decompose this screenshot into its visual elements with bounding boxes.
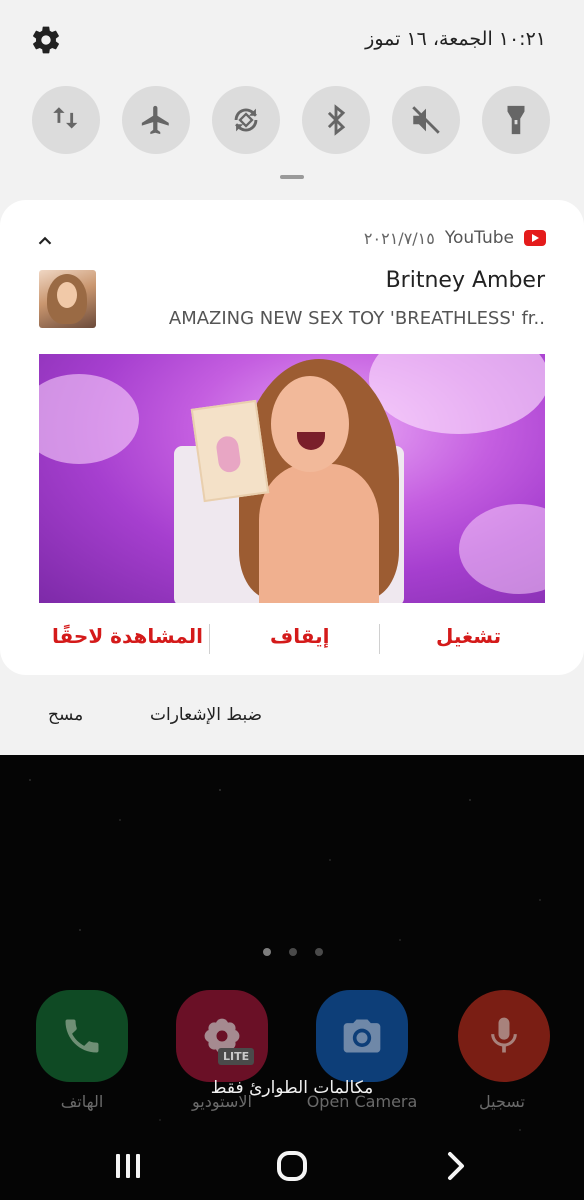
recents-button[interactable] bbox=[106, 1144, 150, 1188]
lite-badge: LITE bbox=[218, 1048, 255, 1065]
stop-button[interactable]: إيقاف bbox=[270, 624, 330, 648]
quick-settings-row bbox=[32, 86, 552, 154]
microphone-icon bbox=[491, 1017, 517, 1053]
auto-rotate-toggle[interactable] bbox=[212, 86, 280, 154]
mute-toggle[interactable] bbox=[392, 86, 460, 154]
home-button[interactable] bbox=[270, 1144, 314, 1188]
notification-actions: المشاهدة لاحقًا إيقاف تشغيل bbox=[0, 618, 584, 660]
app-name: YouTube bbox=[444, 228, 514, 248]
bluetooth-icon bbox=[327, 104, 346, 136]
quick-panel: ١٠:٢١ الجمعة، ١٦ تموز bbox=[0, 0, 584, 200]
page-indicator bbox=[263, 948, 323, 956]
mobile-data-icon bbox=[53, 107, 78, 129]
recents-icon bbox=[116, 1154, 140, 1178]
clear-button[interactable]: مسح bbox=[48, 705, 83, 725]
page-dot[interactable] bbox=[289, 948, 297, 956]
airplane-mode-toggle[interactable] bbox=[122, 86, 190, 154]
page-dot[interactable] bbox=[263, 948, 271, 956]
notification-card: YouTube ٢٠٢١/٧/١٥ Britney Amber AMAZING … bbox=[0, 200, 584, 755]
camera-app[interactable] bbox=[316, 990, 408, 1082]
chevron-up-icon[interactable] bbox=[34, 230, 56, 252]
bluetooth-toggle[interactable] bbox=[302, 86, 370, 154]
back-button[interactable] bbox=[434, 1144, 478, 1188]
airplane-mode-icon bbox=[141, 105, 169, 135]
gear-icon[interactable] bbox=[30, 24, 62, 56]
gallery-app[interactable] bbox=[176, 990, 268, 1082]
youtube-icon bbox=[524, 230, 546, 246]
notification-settings-button[interactable]: ضبط الإشعارات bbox=[150, 705, 262, 725]
mute-icon bbox=[412, 106, 440, 134]
video-thumbnail[interactable] bbox=[39, 354, 545, 603]
notification-subtitle: AMAZING NEW SEX TOY 'BREATHLESS' fr.. bbox=[168, 308, 545, 329]
notification-date: ٢٠٢١/٧/١٥ bbox=[363, 228, 435, 248]
emergency-calls-text: مكالمات الطوارئ فقط bbox=[210, 1078, 374, 1098]
phone-app[interactable] bbox=[36, 990, 128, 1082]
home-icon bbox=[277, 1151, 307, 1181]
panel-drag-handle[interactable] bbox=[280, 175, 304, 179]
flashlight-icon bbox=[507, 105, 525, 135]
flashlight-toggle[interactable] bbox=[482, 86, 550, 154]
notification-header: YouTube ٢٠٢١/٧/١٥ bbox=[364, 228, 546, 248]
watch-later-button[interactable]: المشاهدة لاحقًا bbox=[52, 624, 203, 648]
channel-avatar bbox=[39, 270, 96, 328]
camera-icon bbox=[343, 1019, 381, 1053]
back-icon bbox=[448, 1152, 464, 1180]
phone-icon bbox=[65, 1019, 99, 1053]
page-dot[interactable] bbox=[315, 948, 323, 956]
recorder-app[interactable] bbox=[458, 990, 550, 1082]
youtube-notification[interactable]: YouTube ٢٠٢١/٧/١٥ Britney Amber AMAZING … bbox=[0, 200, 584, 675]
auto-rotate-icon bbox=[234, 108, 258, 132]
status-datetime: ١٠:٢١ الجمعة، ١٦ تموز bbox=[365, 28, 546, 50]
notification-footer: مسح ضبط الإشعارات bbox=[0, 675, 584, 755]
play-button[interactable]: تشغيل bbox=[436, 624, 501, 648]
navigation-bar bbox=[0, 1130, 584, 1200]
notification-title: Britney Amber bbox=[385, 268, 545, 293]
mobile-data-toggle[interactable] bbox=[32, 86, 100, 154]
